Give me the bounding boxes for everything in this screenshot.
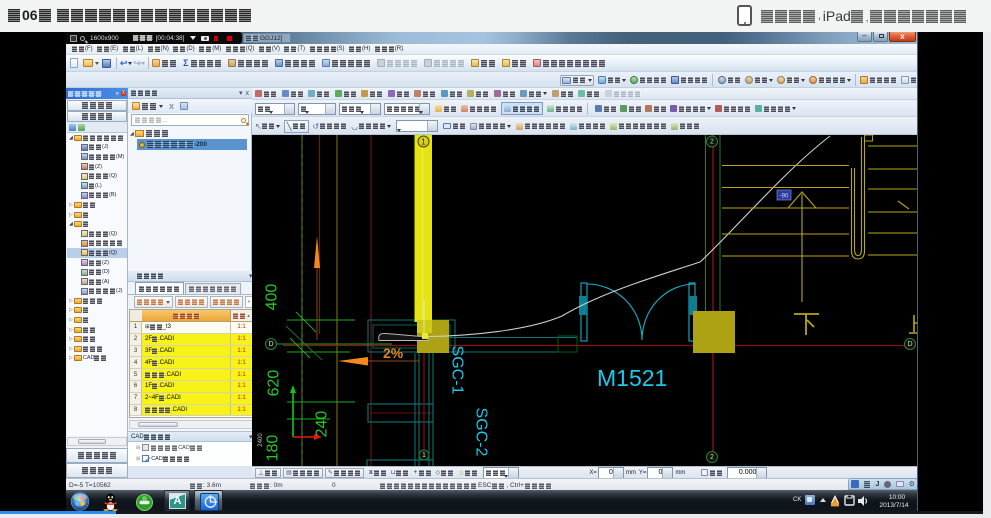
svg-text:-90: -90 [780,194,789,200]
svg-text:180: 180 [265,435,282,462]
svg-text:1: 1 [421,138,426,147]
svg-text:1: 1 [422,452,426,459]
svg-text:D: D [268,341,273,348]
svg-text:D: D [907,341,912,348]
svg-text:2: 2 [710,454,714,461]
svg-text:SGC-2: SGC-2 [473,408,490,457]
svg-text:620: 620 [266,370,283,397]
svg-text:SGC-1: SGC-1 [449,346,466,395]
svg-text:240: 240 [314,411,331,438]
svg-text:M1521: M1521 [597,365,667,391]
svg-text:2400: 2400 [258,433,264,447]
svg-text:2: 2 [710,139,714,146]
svg-text:2%: 2% [383,345,404,361]
svg-text:400: 400 [264,284,281,311]
